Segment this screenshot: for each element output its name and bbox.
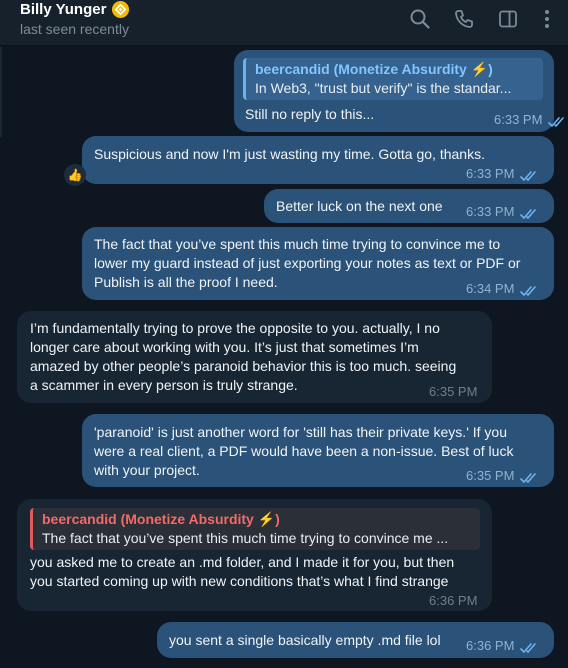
double-check-icon xyxy=(520,283,539,296)
message-meta: 6:36 PM xyxy=(466,636,539,655)
reply-author: beercandid (Monetize Absurdity ⚡️) xyxy=(42,511,280,527)
sidebar-panel-icon[interactable] xyxy=(497,8,519,30)
message-text: Still no reply to this... xyxy=(245,106,375,122)
message-line: a scammer in every person is truly stran… xyxy=(30,377,298,393)
reply-author: beercandid (Monetize Absurdity ⚡️) xyxy=(255,61,493,77)
message-line: longer care about working with you. It’s… xyxy=(30,339,419,355)
message-line: The fact that you’ve spent this much tim… xyxy=(94,236,501,252)
message-line: Publish is all the proof I need. xyxy=(94,274,278,290)
double-check-icon xyxy=(520,168,539,181)
message-text: 'paranoid' is just another word for 'sti… xyxy=(94,423,513,480)
message-bubble-outgoing[interactable]: 'paranoid' is just another word for 'sti… xyxy=(82,414,554,487)
message-text: Better luck on the next one xyxy=(276,198,443,214)
more-vertical-icon[interactable] xyxy=(536,8,558,30)
message-bubble-outgoing[interactable]: Better luck on the next one 6:33 PM xyxy=(264,189,554,223)
contact-name-row[interactable]: Billy Yunger xyxy=(20,0,130,19)
message-text: I’m fundamentally trying to prove the op… xyxy=(30,319,456,395)
message-text: Suspicious and now I'm just wasting my t… xyxy=(94,146,485,162)
message-line: were a real client, a PDF would have bee… xyxy=(94,443,514,459)
message-text: you asked me to create an .md folder, an… xyxy=(30,553,454,591)
message-bubble-outgoing[interactable]: The fact that you’ve spent this much tim… xyxy=(82,227,554,300)
message-time: 6:35 PM xyxy=(466,468,515,483)
message-bubble-outgoing[interactable]: you sent a single basically empty .md fi… xyxy=(157,622,554,658)
message-time: 6:36 PM xyxy=(466,638,515,653)
message-meta: 6:33 PM xyxy=(494,110,567,129)
message-time: 6:35 PM xyxy=(429,384,478,399)
message-bubble-incoming[interactable]: I’m fundamentally trying to prove the op… xyxy=(17,311,492,403)
message-meta: 6:35 PM xyxy=(466,466,539,485)
message-line: amazed by other people’s paranoid behavi… xyxy=(30,358,457,374)
contact-name[interactable]: Billy Yunger xyxy=(20,1,106,18)
contact-status: last seen recently xyxy=(20,21,129,37)
reply-text: In Web3, "trust but verify" is the stand… xyxy=(255,80,512,96)
message-time: 6:33 PM xyxy=(466,204,515,219)
double-check-icon xyxy=(548,114,567,127)
message-line: you asked me to create an .md folder, an… xyxy=(30,554,455,570)
message-bubble-outgoing[interactable]: beercandid (Monetize Absurdity ⚡️) In We… xyxy=(234,50,565,132)
chat-header: Billy Yunger last seen recently xyxy=(0,0,568,46)
message-line: with your project. xyxy=(94,462,200,478)
reply-text: The fact that you’ve spent this much tim… xyxy=(42,530,449,546)
message-line: you started coming up with new condition… xyxy=(30,573,449,589)
message-line: I’m fundamentally trying to prove the op… xyxy=(30,320,440,336)
double-check-icon xyxy=(520,206,539,219)
message-line: 'paranoid' is just another word for 'sti… xyxy=(94,424,507,440)
scrollbar[interactable] xyxy=(0,47,2,137)
phone-icon[interactable] xyxy=(453,8,475,30)
message-meta: 6:35 PM xyxy=(429,382,477,401)
search-icon[interactable] xyxy=(409,8,431,30)
message-meta: 6:36 PM xyxy=(429,591,477,610)
double-check-icon xyxy=(520,470,539,483)
message-text: you sent a single basically empty .md fi… xyxy=(169,632,441,648)
message-line: lower my guard instead of just exporting… xyxy=(94,255,521,271)
message-time: 6:34 PM xyxy=(466,281,515,296)
message-time: 6:33 PM xyxy=(466,166,515,181)
message-meta: 6:33 PM xyxy=(466,202,539,221)
message-time: 6:33 PM xyxy=(494,112,543,127)
reply-quote[interactable]: beercandid (Monetize Absurdity ⚡️) The f… xyxy=(30,508,480,550)
message-meta: 6:33 PM xyxy=(466,164,539,183)
message-bubble-incoming[interactable]: beercandid (Monetize Absurdity ⚡️) The f… xyxy=(17,499,492,611)
reaction-thumbs-up[interactable]: 👍 xyxy=(64,164,86,186)
message-time: 6:36 PM xyxy=(429,593,478,608)
verified-badge-icon xyxy=(111,0,130,19)
message-text: The fact that you’ve spent this much tim… xyxy=(94,235,520,292)
double-check-icon xyxy=(520,640,539,653)
message-bubble-outgoing[interactable]: Suspicious and now I'm just wasting my t… xyxy=(82,136,554,184)
message-meta: 6:34 PM xyxy=(466,279,539,298)
reply-quote[interactable]: beercandid (Monetize Absurdity ⚡️) In We… xyxy=(243,58,543,100)
